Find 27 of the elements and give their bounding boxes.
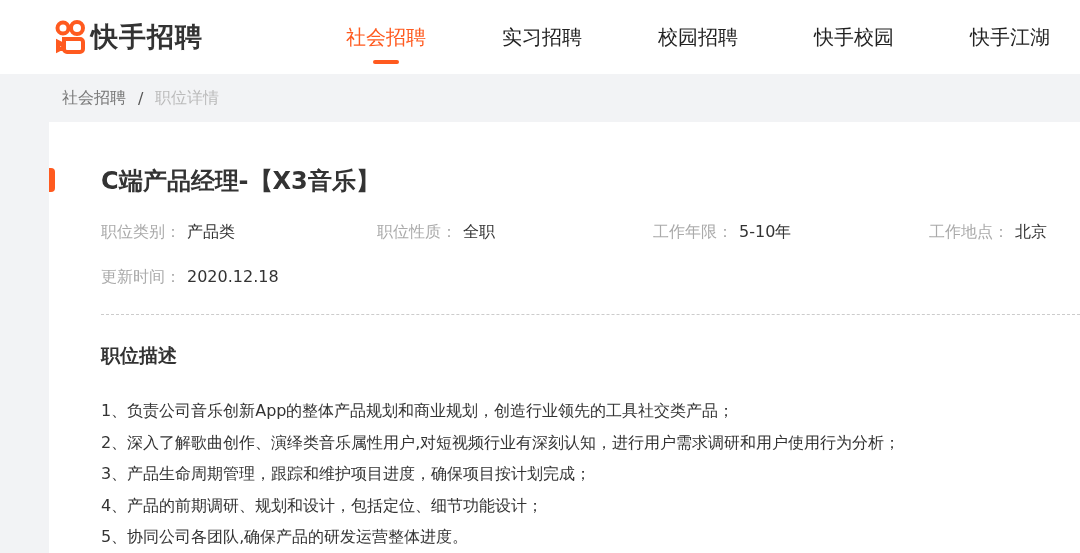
meta-label: 职位类别： (101, 221, 181, 243)
meta-label: 更新时间： (101, 266, 181, 288)
meta-value: 产品类 (187, 221, 235, 243)
section-heading: 职位描述 (101, 343, 178, 368)
title-marker (49, 168, 55, 192)
description-line: 5、协同公司各团队,确保产品的研发运营整体进度。 (101, 526, 470, 548)
logo-icon (55, 20, 87, 54)
nav-tab[interactable]: 校园招聘 (658, 0, 738, 74)
meta-value: 2020.12.18 (187, 266, 279, 288)
description-line: 1、负责公司音乐创新App的整体产品规划和商业规划，创造行业领先的工具社交类产品； (101, 400, 736, 422)
meta-value: 北京 (1015, 221, 1047, 243)
meta-value: 全职 (463, 221, 495, 243)
description-line: 4、产品的前期调研、规划和设计，包括定位、细节功能设计； (101, 494, 545, 517)
meta-value: 5-10年 (739, 221, 792, 243)
nav-tab[interactable]: 快手校园 (814, 0, 894, 74)
meta-label: 职位性质： (377, 221, 457, 243)
description-line: 3、产品生命周期管理，跟踪和维护项目进度，确保项目按计划完成； (101, 463, 593, 485)
nav-tab[interactable]: 实习招聘 (502, 0, 582, 74)
nav-tab[interactable]: 快手江湖 (970, 0, 1050, 74)
breadcrumb-separator: / (138, 88, 144, 108)
meta-label: 工作年限： (653, 221, 733, 243)
logo-text[interactable]: 快手招聘 (91, 19, 203, 55)
description-line: 2、深入了解歌曲创作、演绎类音乐属性用户,对短视频行业有深刻认知，进行用户需求调研和用户使用行为分析； (101, 431, 902, 454)
breadcrumb-item: 职位详情 (155, 87, 220, 109)
job-title: C端产品经理-【X3音乐】 (101, 166, 380, 197)
meta-label: 工作地点： (929, 221, 1009, 243)
breadcrumb-item[interactable]: 社会招聘 (62, 87, 126, 109)
